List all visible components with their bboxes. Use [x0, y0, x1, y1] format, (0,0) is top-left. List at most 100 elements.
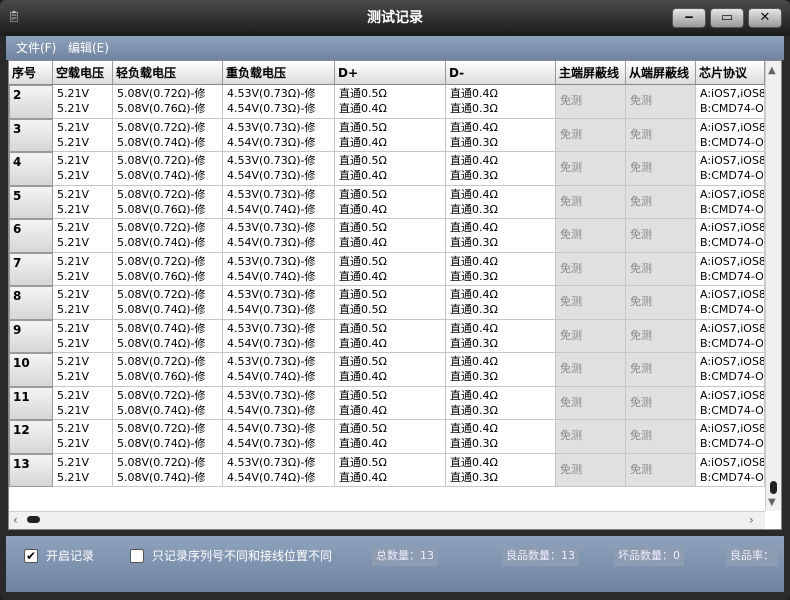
- master-shield-cell[interactable]: 免测: [556, 85, 626, 119]
- noload-cell[interactable]: 5.21V 5.21V: [53, 152, 113, 186]
- chip-protocol-cell[interactable]: A:iOS7,iOS8 B:CMD74-OI: [696, 118, 765, 152]
- vertical-scroll-thumb[interactable]: [770, 481, 777, 494]
- heavy-load-cell[interactable]: 4.53V(0.73Ω)-修 4.54V(0.74Ω)-修: [223, 185, 335, 219]
- table-row[interactable]: 10 5.21V 5.21V 5.08V(0.72Ω)-修 5.08V(0.76Ω)-修…: [9, 353, 765, 387]
- heavy-load-cell[interactable]: 4.53V(0.73Ω)-修 4.54V(0.73Ω)-修: [223, 152, 335, 186]
- slave-shield-cell[interactable]: 免测: [626, 219, 696, 253]
- table-row[interactable]: 3 5.21V 5.21V 5.08V(0.72Ω)-修 5.08V(0.74Ω)-修 4…: [9, 118, 765, 152]
- slave-shield-cell[interactable]: 免测: [626, 386, 696, 420]
- row-number-cell[interactable]: 6: [9, 219, 53, 253]
- column-header-heavy-load[interactable]: 重负载电压: [223, 61, 335, 85]
- noload-cell[interactable]: 5.21V 5.21V: [53, 185, 113, 219]
- chip-protocol-cell[interactable]: A:iOS7,iOS8 B:CMD74-OI: [696, 420, 765, 454]
- noload-cell[interactable]: 5.21V 5.21V: [53, 453, 113, 487]
- slave-shield-cell[interactable]: 免测: [626, 420, 696, 454]
- scroll-left-icon[interactable]: ‹: [13, 513, 18, 527]
- slave-shield-cell[interactable]: 免测: [626, 453, 696, 487]
- heavy-load-cell[interactable]: 4.53V(0.73Ω)-修 4.54V(0.73Ω)-修: [223, 386, 335, 420]
- dplus-cell[interactable]: 直通0.5Ω 直通0.4Ω: [335, 420, 446, 454]
- slave-shield-cell[interactable]: 免测: [626, 353, 696, 387]
- dplus-cell[interactable]: 直通0.5Ω 直通0.4Ω: [335, 386, 446, 420]
- dplus-cell[interactable]: 直通0.5Ω 直通0.4Ω: [335, 152, 446, 186]
- light-load-cell[interactable]: 5.08V(0.72Ω)-修 5.08V(0.74Ω)-修: [113, 118, 223, 152]
- dminus-cell[interactable]: 直通0.4Ω 直通0.3Ω: [446, 453, 556, 487]
- column-header-noload[interactable]: 空载电压: [53, 61, 113, 85]
- master-shield-cell[interactable]: 免测: [556, 286, 626, 320]
- noload-cell[interactable]: 5.21V 5.21V: [53, 219, 113, 253]
- slave-shield-cell[interactable]: 免测: [626, 319, 696, 353]
- heavy-load-cell[interactable]: 4.53V(0.73Ω)-修 4.54V(0.73Ω)-修: [223, 118, 335, 152]
- dplus-cell[interactable]: 直通0.5Ω 直通0.4Ω: [335, 118, 446, 152]
- column-header-slave-shield[interactable]: 从端屏蔽线: [626, 61, 696, 85]
- dplus-cell[interactable]: 直通0.5Ω 直通0.4Ω: [335, 219, 446, 253]
- vertical-scrollbar[interactable]: ▲ ▼: [765, 61, 781, 511]
- master-shield-cell[interactable]: 免测: [556, 453, 626, 487]
- column-header-dplus[interactable]: D+: [335, 61, 446, 85]
- light-load-cell[interactable]: 5.08V(0.72Ω)-修 5.08V(0.74Ω)-修: [113, 286, 223, 320]
- dplus-cell[interactable]: 直通0.5Ω 直通0.4Ω: [335, 185, 446, 219]
- horizontal-scrollbar[interactable]: ‹ ›: [9, 511, 765, 529]
- table-row[interactable]: 2 5.21V 5.21V 5.08V(0.72Ω)-修 5.08V(0.76Ω)-修 4…: [9, 85, 765, 119]
- minimize-button[interactable]: ‒: [672, 8, 706, 28]
- column-header-chip-protocol[interactable]: 芯片协议: [696, 61, 765, 85]
- chip-protocol-cell[interactable]: A:iOS7,iOS8 B:CMD74-OI: [696, 453, 765, 487]
- dminus-cell[interactable]: 直通0.4Ω 直通0.3Ω: [446, 118, 556, 152]
- scroll-down-icon[interactable]: ▼: [768, 497, 776, 508]
- light-load-cell[interactable]: 5.08V(0.72Ω)-修 5.08V(0.76Ω)-修: [113, 85, 223, 119]
- heavy-load-cell[interactable]: 4.54V(0.73Ω)-修 4.54V(0.73Ω)-修: [223, 420, 335, 454]
- master-shield-cell[interactable]: 免测: [556, 252, 626, 286]
- dminus-cell[interactable]: 直通0.4Ω 直通0.3Ω: [446, 286, 556, 320]
- heavy-load-cell[interactable]: 4.53V(0.73Ω)-修 4.54V(0.73Ω)-修: [223, 85, 335, 119]
- chip-protocol-cell[interactable]: A:iOS7,iOS8 B:CMD74-OI: [696, 85, 765, 119]
- heavy-load-cell[interactable]: 4.53V(0.73Ω)-修 4.54V(0.74Ω)-修: [223, 453, 335, 487]
- table-row[interactable]: 7 5.21V 5.21V 5.08V(0.72Ω)-修 5.08V(0.76Ω)-修 4…: [9, 252, 765, 286]
- dminus-cell[interactable]: 直通0.4Ω 直通0.3Ω: [446, 386, 556, 420]
- table-row[interactable]: 9 5.21V 5.21V 5.08V(0.74Ω)-修 5.08V(0.74Ω)-修 4…: [9, 319, 765, 353]
- row-number-cell[interactable]: 10: [9, 353, 53, 387]
- noload-cell[interactable]: 5.21V 5.21V: [53, 420, 113, 454]
- row-number-cell[interactable]: 5: [9, 185, 53, 219]
- noload-cell[interactable]: 5.21V 5.21V: [53, 353, 113, 387]
- maximize-button[interactable]: ▭: [710, 8, 744, 28]
- dplus-cell[interactable]: 直通0.5Ω 直通0.4Ω: [335, 353, 446, 387]
- master-shield-cell[interactable]: 免测: [556, 386, 626, 420]
- light-load-cell[interactable]: 5.08V(0.72Ω)-修 5.08V(0.74Ω)-修: [113, 453, 223, 487]
- noload-cell[interactable]: 5.21V 5.21V: [53, 252, 113, 286]
- master-shield-cell[interactable]: 免测: [556, 219, 626, 253]
- chip-protocol-cell[interactable]: A:iOS7,iOS8 B:CMD74-OI: [696, 219, 765, 253]
- light-load-cell[interactable]: 5.08V(0.72Ω)-修 5.08V(0.76Ω)-修: [113, 353, 223, 387]
- column-header-dminus[interactable]: D-: [446, 61, 556, 85]
- row-number-cell[interactable]: 8: [9, 286, 53, 320]
- row-number-cell[interactable]: 7: [9, 252, 53, 286]
- row-number-cell[interactable]: 11: [9, 386, 53, 420]
- heavy-load-cell[interactable]: 4.53V(0.73Ω)-修 4.54V(0.74Ω)-修: [223, 353, 335, 387]
- noload-cell[interactable]: 5.21V 5.21V: [53, 319, 113, 353]
- dminus-cell[interactable]: 直通0.4Ω 直通0.3Ω: [446, 185, 556, 219]
- chip-protocol-cell[interactable]: A:iOS7,iOS8 B:CMD74-OI: [696, 185, 765, 219]
- table-row[interactable]: 12 5.21V 5.21V 5.08V(0.72Ω)-修 5.08V(0.74Ω)-修…: [9, 420, 765, 454]
- chip-protocol-cell[interactable]: A:iOS7,iOS8 B:CMD74-OI: [696, 386, 765, 420]
- chip-protocol-cell[interactable]: A:iOS7,iOS8 B:CMD74-OI: [696, 319, 765, 353]
- row-number-cell[interactable]: 12: [9, 420, 53, 454]
- light-load-cell[interactable]: 5.08V(0.72Ω)-修 5.08V(0.74Ω)-修: [113, 386, 223, 420]
- heavy-load-cell[interactable]: 4.53V(0.73Ω)-修 4.54V(0.73Ω)-修: [223, 219, 335, 253]
- row-number-cell[interactable]: 3: [9, 118, 53, 152]
- column-header-seq[interactable]: 序号: [9, 61, 53, 85]
- light-load-cell[interactable]: 5.08V(0.72Ω)-修 5.08V(0.76Ω)-修: [113, 252, 223, 286]
- master-shield-cell[interactable]: 免测: [556, 118, 626, 152]
- chip-protocol-cell[interactable]: A:iOS7,iOS8 B:CMD74-OI: [696, 286, 765, 320]
- row-number-cell[interactable]: 9: [9, 319, 53, 353]
- dplus-cell[interactable]: 直通0.5Ω 直通0.5Ω: [335, 286, 446, 320]
- slave-shield-cell[interactable]: 免测: [626, 152, 696, 186]
- light-load-cell[interactable]: 5.08V(0.72Ω)-修 5.08V(0.74Ω)-修: [113, 219, 223, 253]
- column-header-master-shield[interactable]: 主端屏蔽线: [556, 61, 626, 85]
- heavy-load-cell[interactable]: 4.53V(0.73Ω)-修 4.54V(0.73Ω)-修: [223, 286, 335, 320]
- only-diff-checkbox[interactable]: [130, 549, 144, 563]
- chip-protocol-cell[interactable]: A:iOS7,iOS8 B:CMD74-OI: [696, 353, 765, 387]
- table-row[interactable]: 6 5.21V 5.21V 5.08V(0.72Ω)-修 5.08V(0.74Ω)-修 4…: [9, 219, 765, 253]
- table-row[interactable]: 8 5.21V 5.21V 5.08V(0.72Ω)-修 5.08V(0.74Ω)-修 4…: [9, 286, 765, 320]
- light-load-cell[interactable]: 5.08V(0.72Ω)-修 5.08V(0.76Ω)-修: [113, 185, 223, 219]
- light-load-cell[interactable]: 5.08V(0.72Ω)-修 5.08V(0.74Ω)-修: [113, 152, 223, 186]
- noload-cell[interactable]: 5.21V 5.21V: [53, 85, 113, 119]
- horizontal-scroll-thumb[interactable]: [27, 516, 40, 523]
